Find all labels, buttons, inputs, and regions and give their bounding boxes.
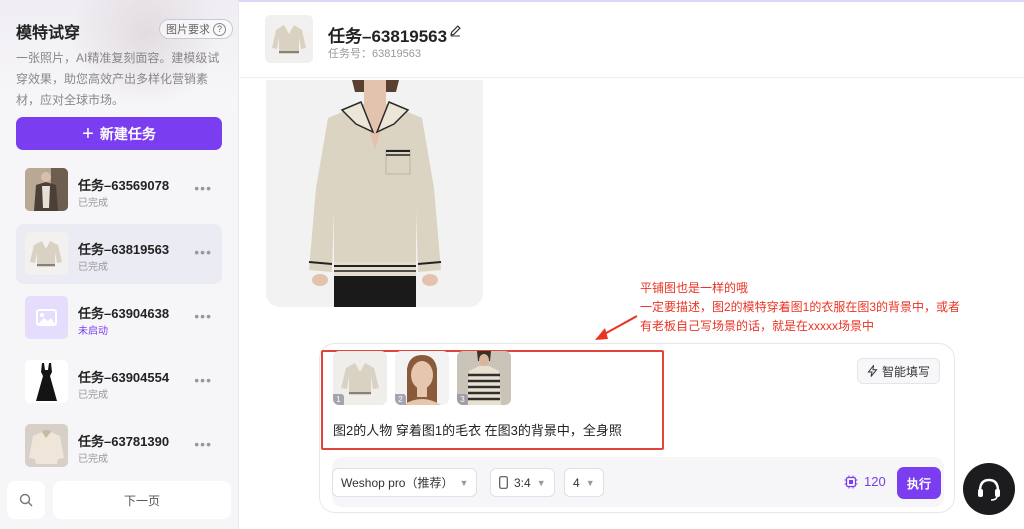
reference-image-2[interactable]: 2 bbox=[395, 351, 449, 405]
annotation-line-3: 有老板自己写场景的话，就是在xxxxx场景中 bbox=[640, 319, 875, 333]
task-name: 任务–63819563 bbox=[78, 242, 170, 257]
next-page-button[interactable]: 下一页 bbox=[53, 481, 231, 519]
task-item[interactable]: 任务–63569078 已完成 ••• bbox=[16, 160, 222, 220]
task-thumbnail bbox=[25, 424, 68, 467]
chevron-down-icon: ▼ bbox=[459, 477, 469, 488]
prompt-composer: 1 2 3 图2的人物 穿着图1的毛衣 在图3的背景中，全身照 智能填写 Wes… bbox=[319, 343, 955, 513]
generation-options-bar: Weshop pro（推荐） ▼ 3:4 ▼ 4 ▼ 120 执行 bbox=[332, 457, 944, 507]
aspect-ratio-value: 3:4 bbox=[514, 475, 531, 490]
task-status: 已完成 bbox=[78, 198, 108, 209]
task-status: 未启动 bbox=[78, 326, 108, 337]
task-name: 任务–63904554 bbox=[78, 370, 170, 385]
task-item[interactable]: 任务–63904554 已完成 ••• bbox=[16, 352, 222, 412]
chevron-down-icon: ▼ bbox=[536, 477, 546, 488]
smart-fill-button[interactable]: 智能填写 bbox=[857, 358, 941, 384]
image-requirements-button[interactable]: 图片要求 ? bbox=[159, 19, 233, 39]
sidebar-footer: 下一页 bbox=[0, 472, 238, 529]
image-count-value: 4 bbox=[573, 475, 580, 490]
edit-title-button[interactable] bbox=[449, 24, 462, 42]
annotation-note: 平铺图也是一样的哦 一定要描述，图2的模特穿着图1的衣服在图3的背景中，或者 有… bbox=[640, 279, 960, 336]
new-task-label: 新建任务 bbox=[99, 125, 156, 142]
task-item[interactable]: 任务–63904638 未启动 ••• bbox=[16, 288, 222, 348]
annotation-arrow-icon bbox=[595, 315, 638, 340]
more-options-icon[interactable]: ••• bbox=[194, 180, 212, 196]
task-header-thumbnail bbox=[265, 15, 313, 63]
task-status: 已完成 bbox=[78, 454, 108, 465]
more-options-icon[interactable]: ••• bbox=[194, 436, 212, 452]
task-name: 任务–63904638 bbox=[78, 306, 170, 321]
more-options-icon[interactable]: ••• bbox=[194, 372, 212, 388]
lightning-icon bbox=[867, 365, 878, 377]
prompt-input[interactable]: 图2的人物 穿着图1的毛衣 在图3的背景中，全身照 bbox=[333, 420, 622, 439]
chip-credit-icon bbox=[844, 475, 858, 488]
headset-icon bbox=[978, 478, 1000, 501]
search-icon bbox=[19, 493, 33, 507]
task-item-active[interactable]: 任务–63819563 已完成 ••• bbox=[16, 224, 222, 284]
more-options-icon[interactable]: ••• bbox=[194, 244, 212, 260]
task-thumbnail bbox=[25, 296, 68, 339]
task-thumbnail bbox=[25, 168, 68, 211]
task-number: 任务号：63819563 bbox=[328, 48, 421, 60]
task-title: 任务–63819563 bbox=[328, 27, 448, 46]
phone-ratio-icon bbox=[499, 476, 508, 489]
task-thumbnail bbox=[25, 232, 68, 275]
reference-image-3[interactable]: 3 bbox=[457, 351, 511, 405]
model-select-value: Weshop pro（推荐） bbox=[341, 476, 454, 490]
new-task-button[interactable]: + 新建任务 bbox=[16, 117, 222, 150]
aspect-ratio-select[interactable]: 3:4 ▼ bbox=[490, 468, 555, 497]
sidebar-description: 一张照片，AI精准复刻面容。建模级试穿效果，助您高效产出多样化营销素材，应对全球… bbox=[16, 51, 220, 107]
result-image[interactable] bbox=[266, 80, 483, 307]
sidebar: 模特试穿 图片要求 ? 一张照片，AI精准复刻面容。建模级试穿效果，助您高效产出… bbox=[0, 0, 239, 529]
plus-icon: + bbox=[82, 122, 94, 145]
task-name: 任务–63781390 bbox=[78, 434, 170, 449]
sidebar-title: 模特试穿 bbox=[16, 25, 81, 42]
task-item[interactable]: 任务–63781390 已完成 ••• bbox=[16, 416, 222, 476]
image-requirements-label: 图片要求 bbox=[166, 24, 210, 36]
question-circle-icon: ? bbox=[213, 22, 226, 36]
task-status: 已完成 bbox=[78, 390, 108, 401]
run-button[interactable]: 执行 bbox=[897, 467, 941, 499]
more-options-icon[interactable]: ••• bbox=[194, 308, 212, 324]
smart-fill-label: 智能填写 bbox=[882, 364, 931, 379]
model-select[interactable]: Weshop pro（推荐） ▼ bbox=[332, 468, 478, 497]
image-number-badge: 3 bbox=[457, 394, 468, 405]
task-status: 已完成 bbox=[78, 262, 108, 273]
image-number-badge: 2 bbox=[395, 394, 406, 405]
credit-amount: 120 bbox=[864, 474, 886, 489]
image-number-badge: 1 bbox=[333, 394, 344, 405]
task-list: 任务–63569078 已完成 ••• 任务–63819563 已完成 ••• bbox=[16, 160, 222, 480]
image-count-select[interactable]: 4 ▼ bbox=[564, 468, 604, 497]
pencil-icon bbox=[450, 25, 461, 37]
task-thumbnail bbox=[25, 360, 68, 403]
annotation-line-1: 平铺图也是一样的哦 bbox=[640, 281, 749, 295]
credit-cost: 120 bbox=[844, 474, 886, 489]
reference-image-1[interactable]: 1 bbox=[333, 351, 387, 405]
annotation-line-2: 一定要描述，图2的模特穿着图1的衣服在图3的背景中，或者 bbox=[640, 300, 961, 314]
customer-support-button[interactable] bbox=[963, 463, 1015, 515]
task-name: 任务–63569078 bbox=[78, 178, 170, 193]
task-header: 任务–63819563 任务号：63819563 bbox=[239, 2, 1024, 78]
chevron-down-icon: ▼ bbox=[585, 477, 595, 488]
search-button[interactable] bbox=[7, 481, 45, 519]
